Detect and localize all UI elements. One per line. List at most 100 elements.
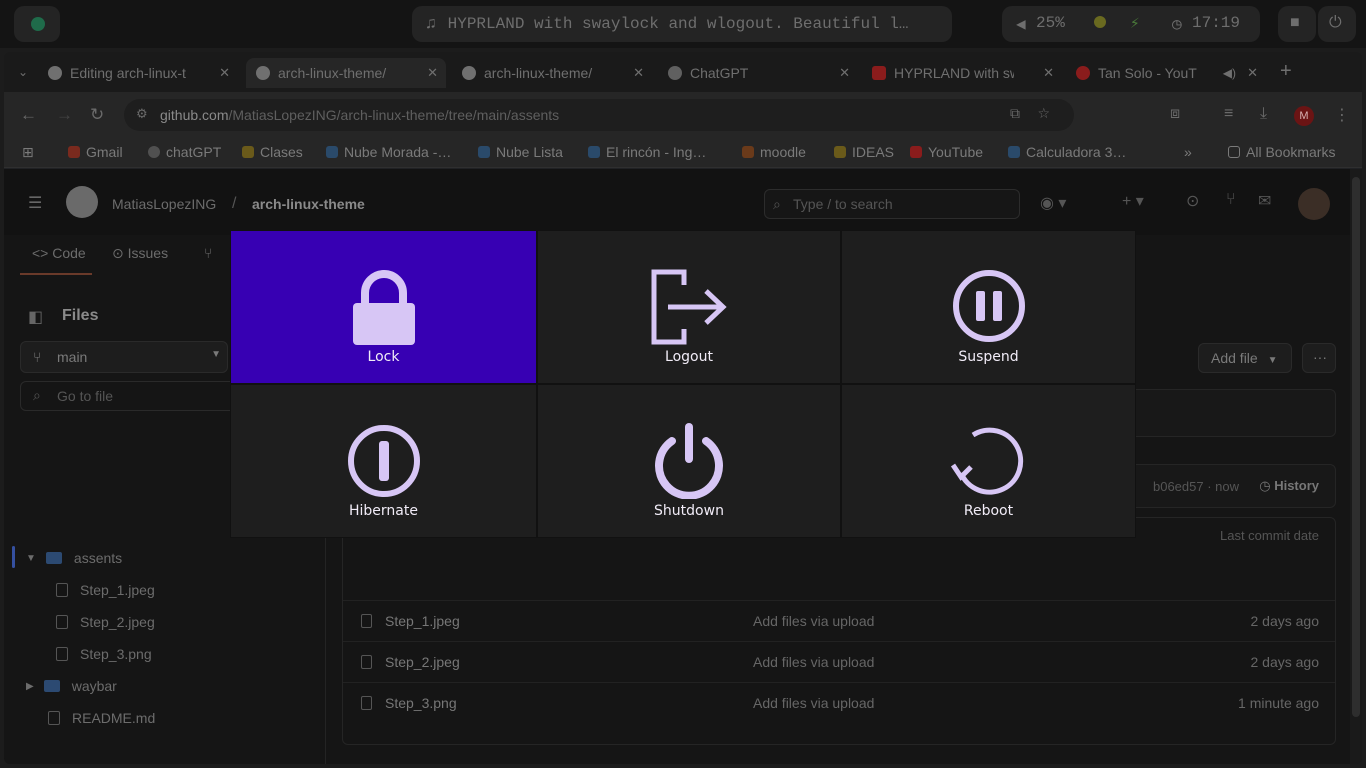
tree-item-file[interactable]: README.md bbox=[48, 710, 155, 726]
close-tab-icon[interactable]: ✕ bbox=[1043, 65, 1054, 81]
tab-code[interactable]: <> Code bbox=[32, 245, 86, 261]
bookmark-item[interactable]: El rincón - Ing… bbox=[588, 144, 706, 160]
downloads-icon[interactable]: ⤓ bbox=[1260, 105, 1267, 123]
suspend-button[interactable]: Suspend bbox=[841, 230, 1136, 384]
tab-pull-requests[interactable]: ⑂ bbox=[204, 245, 212, 261]
new-tab-button[interactable]: + bbox=[1280, 60, 1292, 83]
repo-name-link[interactable]: arch-linux-theme bbox=[252, 196, 365, 212]
history-link[interactable]: ◷ History bbox=[1259, 478, 1319, 494]
repo-owner-link[interactable]: MatiasLopezING bbox=[112, 196, 216, 212]
commit-hash[interactable]: b06ed57 · now bbox=[1153, 479, 1239, 494]
branch-selector[interactable]: ⑂ main ▼ bbox=[20, 341, 228, 373]
file-name[interactable]: Step_2.jpeg bbox=[385, 654, 460, 670]
menu-kebab-icon[interactable]: ⋮ bbox=[1334, 105, 1350, 125]
issues-icon[interactable]: ⊙ bbox=[1186, 191, 1199, 211]
more-options-button[interactable]: ··· bbox=[1302, 343, 1336, 373]
tab-title: Tan Solo - YouT bbox=[1098, 65, 1197, 81]
browser-tab[interactable]: Editing arch-linux-t ✕ bbox=[38, 58, 238, 88]
tree-item-file[interactable]: Step_3.png bbox=[56, 646, 152, 662]
site-info-icon[interactable]: ⚙ bbox=[136, 106, 148, 122]
classroom-icon bbox=[242, 146, 254, 158]
more-bookmarks-icon[interactable]: » bbox=[1184, 144, 1192, 160]
volume-level[interactable]: 25% bbox=[1036, 14, 1065, 32]
bookmark-label: Nube Lista bbox=[496, 144, 563, 160]
folder-icon bbox=[45, 552, 62, 564]
bookmark-item[interactable]: Calculadora 3… bbox=[1008, 144, 1126, 160]
tree-item-dir[interactable]: ▼ assents bbox=[26, 550, 122, 566]
github-search-input[interactable]: ⌕ Type / to search bbox=[764, 189, 1020, 219]
inbox-icon[interactable]: ✉ bbox=[1258, 191, 1271, 211]
close-tab-icon[interactable]: ✕ bbox=[427, 65, 438, 81]
tab-search-icon[interactable]: ⌄ bbox=[18, 65, 28, 79]
drive-icon bbox=[326, 146, 338, 158]
hamburger-menu-icon[interactable]: ☰ bbox=[28, 193, 42, 213]
scrollbar-thumb[interactable] bbox=[1352, 177, 1360, 717]
bookmark-star-icon[interactable]: ☆ bbox=[1037, 105, 1050, 122]
browser-tab[interactable]: ChatGPT ✕ bbox=[658, 58, 858, 88]
clock[interactable]: 17:19 bbox=[1192, 14, 1240, 32]
file-name[interactable]: Step_3.png bbox=[385, 695, 457, 711]
forward-icon[interactable]: → bbox=[56, 105, 73, 125]
user-avatar[interactable] bbox=[1298, 188, 1330, 220]
table-row[interactable]: Step_2.jpeg Add files via upload 2 days … bbox=[343, 641, 1335, 682]
create-new-icon[interactable]: + ▾ bbox=[1122, 191, 1144, 211]
github-favicon-icon bbox=[256, 66, 270, 80]
copilot-icon[interactable]: ◉ ▾ bbox=[1040, 193, 1066, 213]
apps-grid-icon[interactable]: ⊞ bbox=[22, 144, 34, 161]
suspend-label: Suspend bbox=[958, 349, 1019, 365]
tree-item-file[interactable]: Step_2.jpeg bbox=[56, 614, 155, 630]
table-row[interactable]: Step_1.jpeg Add files via upload 2 days … bbox=[343, 600, 1335, 641]
bookmark-item[interactable]: Clases bbox=[242, 144, 303, 160]
lock-button[interactable]: Lock bbox=[230, 230, 537, 384]
address-bar[interactable]: ⚙ github.com /MatiasLopezING/arch-linux-… bbox=[124, 99, 1074, 131]
add-file-button[interactable]: Add file ▼ bbox=[1198, 343, 1292, 373]
hibernate-label: Hibernate bbox=[349, 503, 418, 519]
close-tab-icon[interactable]: ✕ bbox=[839, 65, 850, 81]
table-row[interactable]: Step_3.png Add files via upload 1 minute… bbox=[343, 682, 1335, 723]
browser-tab-active[interactable]: arch-linux-theme/ ✕ bbox=[246, 58, 446, 88]
install-app-icon[interactable]: ⧉ bbox=[1010, 105, 1020, 122]
reload-icon[interactable]: ↻ bbox=[90, 105, 104, 125]
lock-button[interactable]: ■ bbox=[1278, 6, 1316, 42]
tab-issues[interactable]: ⊙ Issues bbox=[112, 245, 168, 262]
tree-item-file[interactable]: Step_1.jpeg bbox=[56, 582, 155, 598]
bookmark-item[interactable]: Nube Lista bbox=[478, 144, 563, 160]
network-icon[interactable] bbox=[1094, 16, 1106, 28]
tree-item-dir[interactable]: ▶ waybar bbox=[26, 678, 117, 694]
browser-tab[interactable]: Tan Solo - YouT ◀) ✕ bbox=[1066, 58, 1266, 88]
back-icon[interactable]: ← bbox=[20, 105, 37, 125]
commit-message[interactable]: Add files via upload bbox=[753, 695, 874, 711]
close-tab-icon[interactable]: ✕ bbox=[1247, 65, 1258, 81]
bookmark-item[interactable]: YouTube bbox=[910, 144, 983, 160]
browser-tab[interactable]: arch-linux-theme/ ✕ bbox=[452, 58, 652, 88]
media-control-icon[interactable]: ≡ bbox=[1224, 105, 1233, 123]
page-scrollbar[interactable] bbox=[1350, 169, 1362, 764]
browser-tab[interactable]: HYPRLAND with sw ✕ bbox=[862, 58, 1062, 88]
power-button[interactable]: ⏻ bbox=[1318, 6, 1356, 42]
volume-icon[interactable]: ◀ bbox=[1016, 14, 1026, 34]
bookmark-item[interactable]: Gmail bbox=[68, 144, 123, 160]
file-name[interactable]: Step_1.jpeg bbox=[385, 613, 460, 629]
close-tab-icon[interactable]: ✕ bbox=[633, 65, 644, 81]
all-bookmarks-button[interactable]: All Bookmarks bbox=[1228, 144, 1335, 160]
reboot-button[interactable]: Reboot bbox=[841, 384, 1136, 538]
profile-avatar[interactable]: M bbox=[1294, 106, 1314, 126]
shutdown-button[interactable]: Shutdown bbox=[537, 384, 841, 538]
logout-label: Logout bbox=[665, 349, 713, 365]
pull-requests-icon[interactable]: ⑂ bbox=[1226, 191, 1236, 209]
hibernate-button[interactable]: Hibernate bbox=[230, 384, 537, 538]
bookmark-item[interactable]: Nube Morada -… bbox=[326, 144, 451, 160]
collapse-sidebar-icon[interactable]: ◧ bbox=[28, 307, 43, 327]
close-tab-icon[interactable]: ✕ bbox=[219, 65, 230, 81]
github-logo-icon[interactable] bbox=[66, 186, 98, 218]
battery-charging-icon[interactable]: ⚡ bbox=[1130, 13, 1140, 33]
logout-button[interactable]: Logout bbox=[537, 230, 841, 384]
bookmark-item[interactable]: IDEAS bbox=[834, 144, 894, 160]
commit-message[interactable]: Add files via upload bbox=[753, 654, 874, 670]
extensions-icon[interactable]: ⧈ bbox=[1170, 105, 1180, 123]
launcher-button[interactable] bbox=[14, 6, 60, 42]
bookmark-item[interactable]: chatGPT bbox=[148, 144, 221, 160]
media-player-widget[interactable]: ♫ HYPRLAND with swaylock and wlogout. Be… bbox=[412, 6, 952, 42]
commit-message[interactable]: Add files via upload bbox=[753, 613, 874, 629]
bookmark-item[interactable]: moodle bbox=[742, 144, 806, 160]
